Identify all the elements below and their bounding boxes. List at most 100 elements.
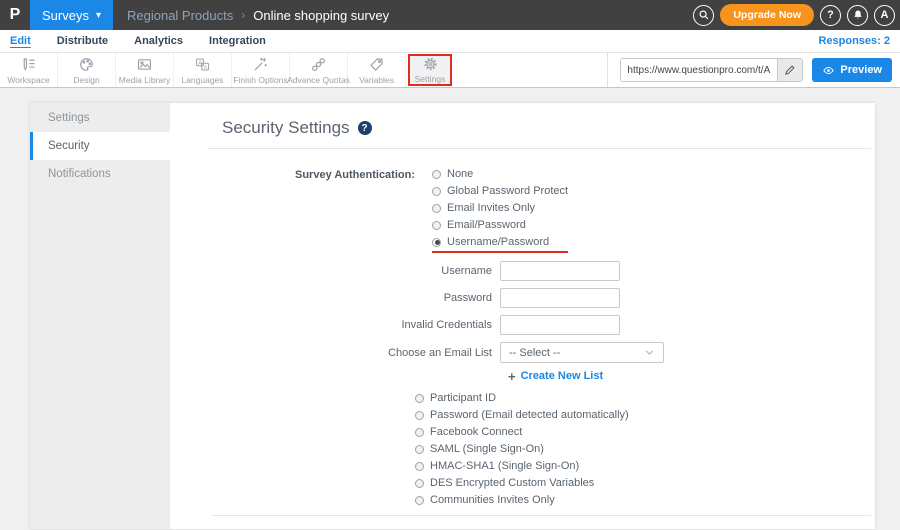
password-label: Password [443,292,492,304]
avatar[interactable]: A [874,4,895,26]
pencil-icon [785,65,795,75]
radio-password-email-detected[interactable]: Password (Email detected automatically) [415,409,875,421]
radio-icon [415,393,424,403]
radio-label: Global Password Protect [447,185,569,197]
tab-analytics[interactable]: Analytics [134,35,183,47]
upgrade-now-button[interactable]: Upgrade Now [720,4,814,26]
create-new-list-link[interactable]: + Create New List [508,368,875,384]
password-field[interactable] [500,288,620,308]
page-background: Settings Security Notifications Security… [0,103,900,530]
svg-text:A: A [198,60,202,66]
toolbar-item-variables[interactable]: Variables [348,53,406,87]
email-list-select[interactable]: -- Select -- [500,342,664,363]
radio-label: Username/Password [447,236,550,248]
breadcrumb: Regional Products › Online shopping surv… [127,8,389,23]
bottom-divider [212,515,871,516]
toolbar-item-workspace[interactable]: Workspace [0,53,58,87]
translate-icon: A a [196,57,209,70]
radio-icon [415,478,424,488]
responses-count[interactable]: Responses: 2 [818,35,890,47]
radio-none[interactable]: None [432,168,568,180]
page-title: Security Settings [222,118,350,137]
radio-icon [415,410,424,420]
radio-facebook-connect[interactable]: Facebook Connect [415,426,875,438]
toolbar-item-advance-quotas[interactable]: Advance Quotas [287,53,350,87]
radio-email-invites-only[interactable]: Email Invites Only [432,202,568,214]
security-settings-panel: Security Settings ? Survey Authenticatio… [170,103,875,529]
toolbar-item-label: Advance Quotas [287,74,350,85]
radio-label: Email/Password [447,219,526,231]
preview-button-label: Preview [840,64,882,76]
auth-options-group: None Global Password Protect Email Invit… [432,168,569,253]
credential-fields: Username Password Invalid Credentials Ch… [170,261,875,384]
survey-authentication-label: Survey Authentication: [295,169,415,181]
search-icon [699,10,709,20]
topbar-actions: Upgrade Now ? A [693,4,900,26]
tab-integration[interactable]: Integration [209,35,266,47]
toolbar-item-label: Workspace [7,74,50,85]
radio-icon [432,186,441,196]
toolbar-item-label: Variables [359,74,394,85]
radio-icon [415,461,424,471]
surveys-menu[interactable]: Surveys ▾ [30,0,113,30]
email-list-selected-value: -- Select -- [509,346,561,359]
invalid-credentials-field[interactable] [500,315,620,335]
questionpro-logo: P [9,6,21,23]
radio-label: Facebook Connect [430,426,523,438]
radio-icon [432,220,441,230]
sidebar-item-settings[interactable]: Settings [30,104,170,132]
radio-des-encrypted[interactable]: DES Encrypted Custom Variables [415,477,875,489]
radio-global-password-protect[interactable]: Global Password Protect [432,185,568,197]
breadcrumb-folder[interactable]: Regional Products [127,8,233,23]
settings-card: Settings Security Notifications Security… [30,103,875,529]
radio-label: Email Invites Only [447,202,536,214]
help-icon[interactable]: ? [357,121,372,135]
username-label: Username [441,265,492,277]
radio-selected-icon [432,237,441,247]
edit-toolbar: Workspace Design Media Library A a Langu… [0,52,900,88]
toolbar-item-media-library[interactable]: Media Library [116,53,174,87]
help-button[interactable]: ? [820,4,841,26]
survey-nav: Edit Distribute Analytics Integration Re… [0,30,900,52]
toolbar-item-finish-options[interactable]: Finish Options [232,53,290,87]
radio-username-password-selected[interactable]: Username/Password [432,236,568,248]
username-field[interactable] [500,261,620,281]
radio-label: Communities Invites Only [430,494,555,506]
radio-icon [415,495,424,505]
toolbar-item-design[interactable]: Design [58,53,116,87]
tag-icon [370,57,383,71]
create-new-list-label: Create New List [520,370,604,382]
radio-label: Password (Email detected automatically) [430,409,629,421]
breadcrumb-survey-title: Online shopping survey [253,7,390,23]
radio-hmac-sha1[interactable]: HMAC-SHA1 (Single Sign-On) [415,460,875,472]
toolbar-item-languages[interactable]: A a Languages [174,53,232,87]
radio-icon [415,427,424,437]
plus-icon: + [508,368,516,384]
workspace-icon [23,57,35,71]
radio-icon [432,203,441,213]
radio-communities-invites[interactable]: Communities Invites Only [415,494,875,506]
sidebar-item-notifications[interactable]: Notifications [30,160,170,188]
radio-label: Participant ID [430,392,497,404]
tab-edit[interactable]: Edit [10,35,31,47]
preview-button[interactable]: Preview [812,58,892,82]
selected-option-underline: Username/Password [432,236,569,253]
survey-url-group [620,58,804,82]
breadcrumb-separator: › [241,8,246,22]
toolbar-right-group: Preview [607,53,900,87]
sidebar-item-security[interactable]: Security [30,132,170,160]
edit-url-button[interactable] [777,59,803,81]
gear-icon [423,57,437,71]
notifications-button[interactable] [847,4,868,26]
palette-icon [80,57,93,71]
tab-distribute[interactable]: Distribute [57,35,108,47]
toolbar-item-settings[interactable]: Settings [408,54,452,86]
radio-label: DES Encrypted Custom Variables [430,477,595,489]
survey-url-input[interactable] [621,59,778,81]
radio-email-password[interactable]: Email/Password [432,219,568,231]
radio-icon [432,169,441,179]
radio-participant-id[interactable]: Participant ID [415,392,875,404]
chevron-down-icon: ▾ [95,9,101,21]
search-button[interactable] [693,4,715,26]
radio-saml[interactable]: SAML (Single Sign-On) [415,443,875,455]
